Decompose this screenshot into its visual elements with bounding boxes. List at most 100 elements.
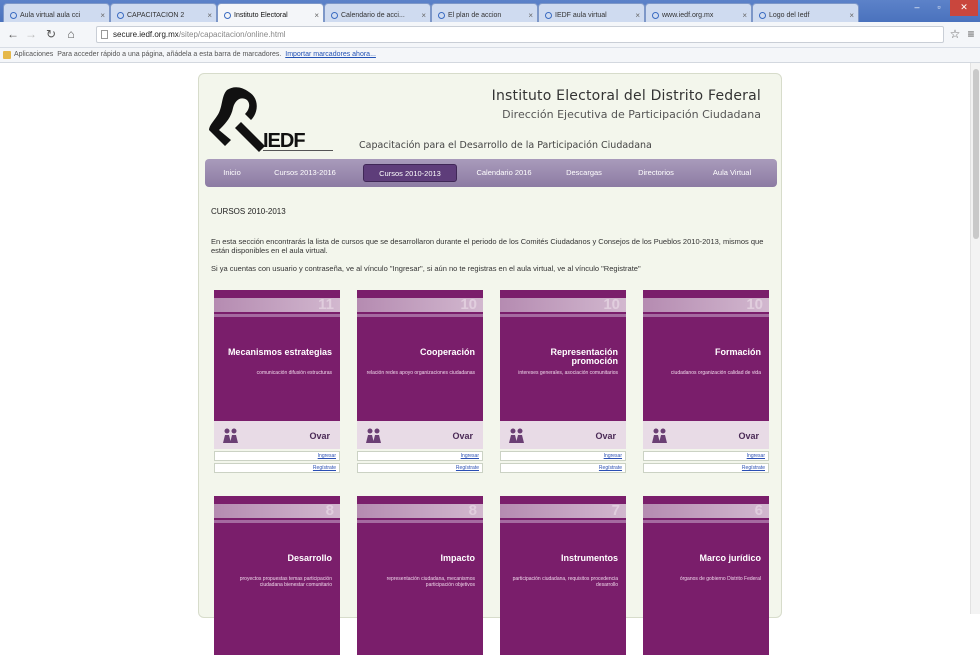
close-window-icon[interactable]: ✕ <box>950 0 978 16</box>
main-menu: Inicio Cursos 2013-2016 Cursos 2010-2013… <box>205 159 777 187</box>
course-title: Desarrollo <box>287 553 332 563</box>
menu-item-directorios[interactable]: Directorios <box>623 164 689 182</box>
course-number: 8 <box>325 502 334 519</box>
course-card[interactable]: 8 Impacto representación ciudadana, meca… <box>357 496 483 655</box>
ingresar-link[interactable]: Ingresar <box>500 451 626 461</box>
registrate-link[interactable]: Regístrate <box>643 463 769 473</box>
browser-tab[interactable]: Aula virtual aula cci × <box>3 3 110 22</box>
iedf-emblem-icon <box>209 87 265 152</box>
globe-icon <box>331 11 338 19</box>
menu-item-inicio[interactable]: Inicio <box>213 164 251 182</box>
section-title: CURSOS 2010-2013 <box>211 207 286 216</box>
menu-item-aula-virtual[interactable]: Aula Virtual <box>699 164 765 182</box>
course-cover[interactable]: 10 Formación ciudadanos organización cal… <box>643 290 769 449</box>
scrollbar-thumb[interactable] <box>973 69 979 239</box>
close-icon[interactable]: × <box>100 11 105 20</box>
ingresar-link[interactable]: Ingresar <box>214 451 340 461</box>
registrate-link[interactable]: Regístrate <box>500 463 626 473</box>
course-card[interactable]: 8 Desarrollo proyectos propuestas temas … <box>214 496 340 655</box>
course-subtitle: representación ciudadana, mecanismos par… <box>386 576 475 588</box>
course-title: Impacto <box>440 553 475 563</box>
browser-tab[interactable]: Logo del Iedf × <box>752 3 859 22</box>
browser-tab[interactable]: www.iedf.org.mx × <box>645 3 752 22</box>
course-card[interactable]: 10 Cooperación relación redes apoyo orga… <box>357 290 483 473</box>
instructions-text: Si ya cuentas con usuario y contraseña, … <box>211 264 641 273</box>
browser-tab[interactable]: Calendario de acci... × <box>324 3 431 22</box>
address-bar[interactable]: secure.iedf.org.mx/sitep/capacitacion/on… <box>96 26 944 43</box>
course-cover[interactable]: 11 Mecanismos estrategias comunicación d… <box>214 290 340 449</box>
back-icon[interactable]: ← <box>6 27 20 41</box>
course-card[interactable]: 10 Formación ciudadanos organización cal… <box>643 290 769 473</box>
course-cover[interactable]: 8 Desarrollo proyectos propuestas temas … <box>214 496 340 655</box>
menu-item-calendario[interactable]: Calendario 2016 <box>465 164 543 182</box>
import-bookmarks-link[interactable]: Importar marcadores ahora... <box>285 51 376 58</box>
maximize-icon[interactable]: ▫ <box>928 0 950 16</box>
ingresar-link[interactable]: Ingresar <box>643 451 769 461</box>
course-title: Representación promoción <box>550 347 618 366</box>
browser-tab[interactable]: IEDF aula virtual × <box>538 3 645 22</box>
course-title: Mecanismos estrategias <box>227 347 332 357</box>
browser-tab[interactable]: El plan de accion × <box>431 3 538 22</box>
menu-icon[interactable]: ≡ <box>964 27 978 41</box>
people-figures-icon <box>366 428 381 443</box>
menu-item-cursos-2010-2013[interactable]: Cursos 2010-2013 <box>363 164 457 182</box>
registrate-link[interactable]: Regístrate <box>357 463 483 473</box>
menu-item-cursos-2013-2016[interactable]: Cursos 2013-2016 <box>259 164 351 182</box>
course-card[interactable]: 7 Instrumentos participación ciudadana, … <box>500 496 626 655</box>
course-subtitle: intereses generales, asociación comunita… <box>518 370 618 376</box>
course-subtitle: proyectos propuestas temas participación… <box>239 576 332 588</box>
course-cover[interactable]: 10 Cooperación relación redes apoyo orga… <box>357 290 483 449</box>
course-cover[interactable]: 10 Representación promoción intereses ge… <box>500 290 626 449</box>
star-icon[interactable]: ☆ <box>948 27 962 41</box>
course-card[interactable]: 11 Mecanismos estrategias comunicación d… <box>214 290 340 473</box>
course-number: 10 <box>460 296 477 313</box>
ingresar-link[interactable]: Ingresar <box>357 451 483 461</box>
brand-mark: Ovar <box>452 431 473 441</box>
close-icon[interactable]: × <box>742 11 747 20</box>
browser-tab-active[interactable]: Instituto Electoral × <box>217 3 324 23</box>
course-subtitle: órganos de gobierno Distrito Federal <box>679 576 761 582</box>
people-figures-icon <box>652 428 667 443</box>
brand-mark: Ovar <box>309 431 330 441</box>
page-scrollbar[interactable] <box>970 63 980 614</box>
course-title: Formación <box>714 347 761 357</box>
close-icon[interactable]: × <box>528 11 533 20</box>
globe-icon <box>652 11 659 19</box>
logo-underline <box>263 150 333 155</box>
apps-icon[interactable] <box>3 51 11 59</box>
course-number: 6 <box>754 502 763 519</box>
course-cover[interactable]: 6 Marco jurídico órganos de gobierno Dis… <box>643 496 769 655</box>
course-number: 11 <box>318 296 334 313</box>
people-figures-icon <box>509 428 524 443</box>
course-cover[interactable]: 7 Instrumentos participación ciudadana, … <box>500 496 626 655</box>
globe-icon <box>545 11 552 19</box>
forward-icon[interactable]: → <box>24 27 38 41</box>
close-icon[interactable]: × <box>314 11 319 20</box>
menu-item-descargas[interactable]: Descargas <box>555 164 613 182</box>
bookmarks-bar: Aplicaciones Para acceder rápido a una p… <box>0 48 980 63</box>
course-title: Marco jurídico <box>699 553 761 563</box>
home-icon[interactable]: ⌂ <box>64 27 78 41</box>
people-figures-icon <box>223 428 238 443</box>
browser-tab[interactable]: CAPACITACION 2 × <box>110 3 217 22</box>
course-subtitle: participación ciudadana, requisitos proc… <box>512 576 618 588</box>
browser-toolbar: ← → ↻ ⌂ secure.iedf.org.mx/sitep/capacit… <box>0 22 980 48</box>
course-number: 8 <box>468 502 477 519</box>
browser-tabstrip: Aula virtual aula cci × CAPACITACION 2 × I… <box>0 0 980 23</box>
registrate-link[interactable]: Regístrate <box>214 463 340 473</box>
iedf-logo[interactable]: IEDF <box>207 86 345 158</box>
minimize-icon[interactable]: – <box>906 0 928 16</box>
course-card[interactable]: 6 Marco jurídico órganos de gobierno Dis… <box>643 496 769 655</box>
brand-mark: Ovar <box>738 431 759 441</box>
page-icon <box>101 30 108 39</box>
page-viewport: IEDF Instituto Electoral del Distrito Fe… <box>0 63 980 655</box>
close-icon[interactable]: × <box>849 11 854 20</box>
course-number: 7 <box>611 502 620 519</box>
intro-text: En esta sección encontrarás la lista de … <box>211 237 764 255</box>
close-icon[interactable]: × <box>635 11 640 20</box>
course-card[interactable]: 10 Representación promoción intereses ge… <box>500 290 626 473</box>
course-cover[interactable]: 8 Impacto representación ciudadana, meca… <box>357 496 483 655</box>
close-icon[interactable]: × <box>207 11 212 20</box>
reload-icon[interactable]: ↻ <box>44 27 58 41</box>
close-icon[interactable]: × <box>421 11 426 20</box>
